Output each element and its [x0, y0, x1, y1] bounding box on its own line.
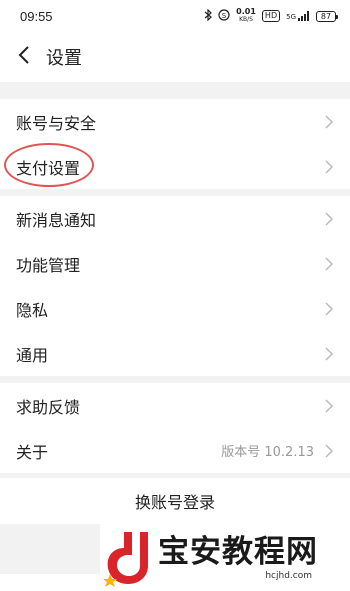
- status-time: 09:55: [20, 8, 53, 24]
- signal-label: 5G: [286, 13, 296, 21]
- chevron-right-icon: [325, 301, 334, 316]
- settings-item-label: 求助反馈: [16, 397, 81, 417]
- nav-bar: 设置: [0, 32, 350, 82]
- svg-text:S: S: [222, 12, 227, 20]
- settings-group-general: 新消息通知 功能管理 隐私 通用: [0, 196, 350, 376]
- chevron-right-icon: [325, 211, 334, 226]
- back-arrow-icon: [18, 45, 30, 69]
- chevron-right-icon: [325, 443, 334, 458]
- chevron-right-icon: [325, 346, 334, 361]
- settings-item-label: 账号与安全: [16, 113, 97, 133]
- settings-item-account-security[interactable]: 账号与安全: [0, 99, 350, 144]
- settings-group-help: 求助反馈 关于 版本号 10.2.13: [0, 383, 350, 473]
- watermark-url: hcjhd.com: [265, 570, 312, 581]
- page-title: 设置: [46, 48, 82, 69]
- chevron-right-icon: [325, 398, 334, 413]
- settings-item-label: 隐私: [16, 300, 49, 320]
- site-logo-icon: [103, 531, 148, 587]
- settings-item-notifications[interactable]: 新消息通知: [0, 196, 350, 241]
- hd-badge: HD: [261, 10, 281, 22]
- bluetooth-icon: [204, 8, 213, 24]
- net-speed-unit: KB/S: [239, 16, 253, 23]
- settings-item-features[interactable]: 功能管理: [0, 241, 350, 286]
- switch-account-button[interactable]: 换账号登录: [0, 478, 350, 524]
- settings-item-feedback[interactable]: 求助反馈: [0, 383, 350, 428]
- settings-item-privacy[interactable]: 隐私: [0, 286, 350, 331]
- settings-item-general[interactable]: 通用: [0, 331, 350, 376]
- chevron-right-icon: [325, 159, 334, 174]
- back-button[interactable]: [4, 32, 44, 82]
- settings-item-about[interactable]: 关于 版本号 10.2.13: [0, 428, 350, 473]
- watermark: 宝安教程网 hcjhd.com: [100, 524, 350, 591]
- net-speed: 0.01 KB/S: [236, 8, 256, 24]
- s-app-icon: S: [218, 8, 230, 24]
- chevron-right-icon: [325, 114, 334, 129]
- highlight-circle: [4, 143, 94, 187]
- signal-icon: 5G: [286, 11, 310, 21]
- settings-item-label: 功能管理: [16, 255, 81, 275]
- chevron-right-icon: [325, 256, 334, 271]
- settings-item-label: 通用: [16, 345, 49, 365]
- version-value: 版本号 10.2.13: [221, 445, 314, 460]
- status-bar: 09:55 S 0.01 KB/S HD 5G 87: [0, 0, 350, 32]
- watermark-text: 宝安教程网 hcjhd.com: [158, 534, 318, 582]
- watermark-title: 宝安教程网: [158, 533, 318, 570]
- battery-icon: 87: [316, 10, 338, 22]
- settings-item-label: 关于: [16, 442, 49, 462]
- status-icons: S 0.01 KB/S HD 5G 87: [204, 8, 338, 24]
- settings-item-label: 新消息通知: [16, 210, 97, 230]
- net-speed-value: 0.01: [236, 7, 256, 16]
